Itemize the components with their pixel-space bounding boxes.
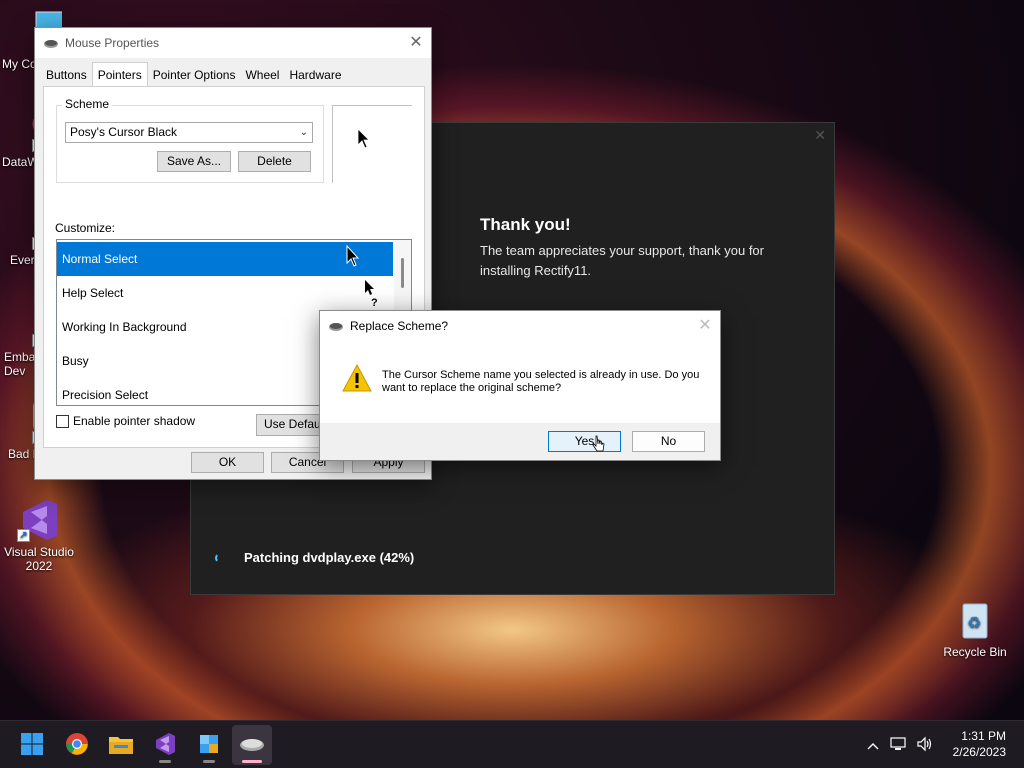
tab-pointers[interactable]: Pointers xyxy=(91,62,148,86)
taskbar-visual-studio[interactable] xyxy=(145,725,185,765)
shortcut-arrow-icon: ↗ xyxy=(17,529,30,542)
clock-time: 1:31 PM xyxy=(961,729,1006,743)
help-cursor-icon: ? xyxy=(363,279,387,309)
tab-hardware[interactable]: Hardware xyxy=(284,64,346,86)
desktop-icon-label: Visual Studio 2022 xyxy=(4,545,74,573)
tab-buttons[interactable]: Buttons xyxy=(41,64,92,86)
network-icon[interactable] xyxy=(890,736,916,755)
chevron-down-icon: ⌄ xyxy=(299,127,308,138)
system-tray xyxy=(864,721,938,768)
start-button[interactable] xyxy=(12,725,52,765)
installer-status: Patching dvdplay.exe (42%) xyxy=(244,550,415,565)
tab-wheel[interactable]: Wheel xyxy=(240,64,284,86)
close-icon[interactable]: ✕ xyxy=(814,127,826,144)
taskbar-chrome[interactable] xyxy=(57,725,97,765)
warning-icon xyxy=(342,363,372,396)
dialog-title-bar: Replace Scheme? ✕ xyxy=(320,311,720,341)
arrow-cursor-icon xyxy=(345,244,369,273)
running-indicator xyxy=(159,760,171,763)
list-item[interactable]: Normal Select xyxy=(57,242,393,276)
running-indicator xyxy=(242,760,262,763)
scheme-value: Posy's Cursor Black xyxy=(70,125,177,139)
tab-pointer-options[interactable]: Pointer Options xyxy=(148,64,241,86)
close-button[interactable]: ✕ xyxy=(690,311,720,341)
customize-label: Customize: xyxy=(55,221,116,235)
mouse-properties-icon xyxy=(239,735,265,756)
visual-studio-icon xyxy=(153,732,177,759)
running-indicator xyxy=(203,760,215,763)
clock-date: 2/26/2023 xyxy=(952,745,1006,759)
title-bar: Mouse Properties ✕ xyxy=(35,28,431,58)
cursor-preview xyxy=(332,105,412,183)
delete-button[interactable]: Delete xyxy=(238,151,311,172)
chevron-up-icon[interactable] xyxy=(864,737,882,753)
tab-strip: Buttons Pointers Pointer Options Wheel H… xyxy=(41,62,347,86)
window-title: Mouse Properties xyxy=(65,36,160,50)
rectify11-installer-icon xyxy=(197,732,221,759)
scrollbar-thumb[interactable] xyxy=(401,258,404,288)
list-item-label: Working In Background xyxy=(62,320,187,334)
desktop-icon-recycle-bin[interactable]: ♻ Recycle Bin xyxy=(935,598,1015,659)
save-as-button[interactable]: Save As... xyxy=(157,151,231,172)
yes-button[interactable]: Yes xyxy=(548,431,621,452)
start-icon xyxy=(20,732,44,759)
progress-spinner-icon xyxy=(215,553,225,563)
dialog-body: The Cursor Scheme name you selected is a… xyxy=(320,341,720,423)
pointer-shadow-label: Enable pointer shadow xyxy=(73,414,196,428)
list-item-label: Help Select xyxy=(62,286,124,300)
chrome-icon xyxy=(65,732,89,759)
scheme-dropdown[interactable]: Posy's Cursor Black ⌄ xyxy=(65,122,313,143)
list-item-label: Normal Select xyxy=(62,252,138,266)
close-button[interactable]: ✕ xyxy=(401,28,431,58)
list-item[interactable]: Help Select ? xyxy=(57,276,411,310)
taskbar-file-explorer[interactable] xyxy=(101,725,141,765)
mouse-icon xyxy=(328,318,344,334)
desktop-icon-visual-studio[interactable]: ↗ Visual Studio 2022 xyxy=(0,498,78,573)
arrow-cursor-icon xyxy=(357,128,371,153)
dialog-footer: Yes No xyxy=(320,423,720,460)
installer-message: The team appreciates your support, thank… xyxy=(480,243,764,278)
visual-studio-icon: ↗ xyxy=(17,498,61,542)
taskbar-clock[interactable]: 1:31 PM 2/26/2023 xyxy=(953,728,1006,760)
taskbar: 1:31 PM 2/26/2023 xyxy=(0,720,1024,768)
replace-scheme-dialog: Replace Scheme? ✕ The Cursor Scheme name… xyxy=(319,310,721,461)
dialog-message: The Cursor Scheme name you selected is a… xyxy=(382,369,700,394)
no-button[interactable]: No xyxy=(632,431,705,452)
list-item-label: Busy xyxy=(62,354,89,368)
scheme-label: Scheme xyxy=(62,97,113,111)
volume-icon[interactable] xyxy=(916,736,938,755)
taskbar-rectify11-installer[interactable] xyxy=(189,725,229,765)
list-item-label: Precision Select xyxy=(62,388,149,402)
mouse-icon xyxy=(43,35,59,51)
desktop: My Co ↗ DataW ↗ Ever D ↗ Emba Dev ↗ Bad … xyxy=(0,0,1024,720)
file-explorer-icon xyxy=(108,733,134,758)
svg-text:♻: ♻ xyxy=(967,613,981,632)
svg-text:?: ? xyxy=(371,297,378,307)
recycle-bin-icon: ♻ xyxy=(953,598,997,642)
mouse-pointer-icon xyxy=(592,435,606,458)
ok-button[interactable]: OK xyxy=(191,452,264,473)
installer-heading: Thank you! xyxy=(480,215,571,234)
dialog-title: Replace Scheme? xyxy=(350,319,449,333)
taskbar-mouse-properties[interactable] xyxy=(232,725,272,765)
pointer-shadow-checkbox[interactable] xyxy=(56,415,69,428)
desktop-icon-label: Recycle Bin xyxy=(943,645,1007,659)
